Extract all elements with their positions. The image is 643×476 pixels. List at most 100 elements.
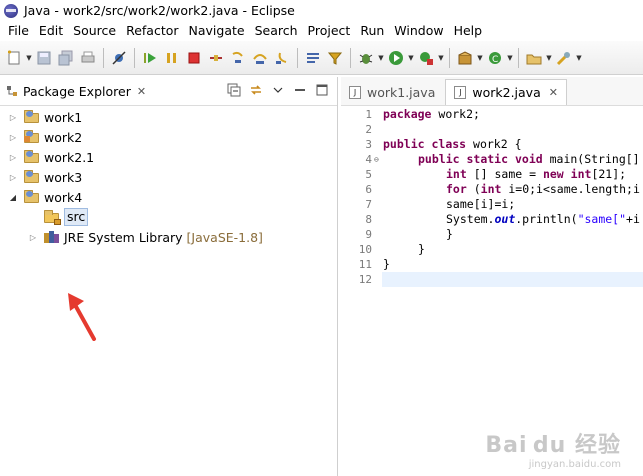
annotation-arrow-icon — [68, 293, 96, 341]
code-line: int [] same = new int[21]; — [446, 167, 627, 181]
toolbar-separator — [449, 47, 450, 68]
tab-work2-java[interactable]: J work2.java ✕ — [445, 79, 567, 105]
line-number: 12 — [358, 273, 372, 286]
project-tree: ▷ work1 ▷ work2 ▷ work2.1 ▷ work3 ◢ work… — [0, 107, 337, 247]
menu-edit[interactable]: Edit — [34, 21, 68, 41]
package-explorer-icon — [7, 86, 17, 96]
java-project-icon — [24, 170, 40, 184]
toolbar-separator — [103, 47, 104, 68]
tree-item-label: src — [64, 208, 89, 226]
save-all-icon[interactable] — [55, 47, 77, 69]
tree-item-jre-library[interactable]: ▷ JRE System Library [JavaSE-1.8] — [0, 227, 337, 247]
toolbar-separator — [134, 47, 135, 68]
menu-source[interactable]: Source — [68, 21, 121, 41]
expand-arrow-icon[interactable]: ▷ — [8, 173, 18, 182]
current-line-highlight — [382, 272, 643, 287]
debug-dropdown-icon[interactable]: ▼ — [377, 54, 385, 62]
menu-navigate[interactable]: Navigate — [184, 21, 250, 41]
tree-item-work4[interactable]: ◢ work4 — [0, 187, 337, 207]
expand-arrow-icon[interactable]: ▷ — [8, 113, 18, 122]
fold-toggle-icon[interactable]: ⊖ — [374, 155, 379, 164]
tree-item-work1[interactable]: ▷ work1 — [0, 107, 337, 127]
view-menu-icon[interactable] — [271, 83, 285, 97]
suspend-icon[interactable] — [161, 47, 183, 69]
tree-item-work3[interactable]: ▷ work3 — [0, 167, 337, 187]
external-tools-dropdown-icon[interactable]: ▼ — [437, 54, 445, 62]
open-type-dropdown-icon[interactable]: ▼ — [545, 54, 553, 62]
use-step-filters-icon[interactable] — [324, 47, 346, 69]
tree-item-label: work3 — [44, 169, 83, 185]
tree-item-label: work2.1 — [44, 149, 95, 165]
watermark-url: jingyan.baidu.com — [528, 459, 621, 470]
menu-refactor[interactable]: Refactor — [121, 21, 183, 41]
menu-project[interactable]: Project — [303, 21, 356, 41]
editor-area: J work1.java J work2.java ✕ 1 2 3 4 5 6 … — [341, 77, 643, 476]
open-type-icon[interactable] — [523, 47, 545, 69]
step-return-icon[interactable] — [271, 47, 293, 69]
title-bar: Java - work2/src/work2/work2.java - Ecli… — [0, 0, 643, 21]
new-java-package-icon[interactable] — [454, 47, 476, 69]
external-tools-icon[interactable] — [415, 47, 437, 69]
close-icon[interactable]: ✕ — [137, 85, 146, 98]
java-project-warning-icon — [24, 130, 40, 144]
new-java-class-icon[interactable]: C — [484, 47, 506, 69]
line-number: 4 — [365, 153, 372, 166]
menu-file[interactable]: File — [3, 21, 34, 41]
svg-text:C: C — [492, 55, 498, 65]
save-icon[interactable] — [33, 47, 55, 69]
new-dropdown-icon[interactable]: ▼ — [25, 54, 33, 62]
print-icon[interactable] — [77, 47, 99, 69]
maximize-icon[interactable] — [315, 83, 329, 97]
close-icon[interactable]: ✕ — [549, 86, 558, 99]
collapse-arrow-icon[interactable]: ◢ — [8, 193, 18, 202]
step-over-icon[interactable] — [249, 47, 271, 69]
menu-bar: File Edit Source Refactor Navigate Searc… — [0, 21, 643, 41]
menu-search[interactable]: Search — [250, 21, 303, 41]
new-java-class-dropdown-icon[interactable]: ▼ — [506, 54, 514, 62]
line-number: 1 — [365, 108, 372, 121]
search-tool-dropdown-icon[interactable]: ▼ — [575, 54, 583, 62]
skip-breakpoints-icon[interactable] — [108, 47, 130, 69]
minimize-icon[interactable] — [293, 83, 307, 97]
search-tool-icon[interactable] — [553, 47, 575, 69]
link-with-editor-icon[interactable] — [249, 83, 263, 97]
java-file-icon: J — [454, 86, 467, 99]
new-icon[interactable] — [3, 47, 25, 69]
tree-item-label: work1 — [44, 109, 83, 125]
tree-item-work2[interactable]: ▷ work2 — [0, 127, 337, 147]
expand-arrow-icon[interactable]: ▷ — [28, 233, 38, 242]
disconnect-icon[interactable] — [205, 47, 227, 69]
expand-arrow-icon[interactable]: ▷ — [8, 133, 18, 142]
tab-work1-java[interactable]: J work1.java — [341, 79, 443, 105]
toggle-view-icon[interactable] — [302, 47, 324, 69]
collapse-all-icon[interactable] — [227, 83, 241, 97]
line-number: 11 — [358, 258, 372, 271]
library-icon — [44, 231, 60, 243]
new-java-package-dropdown-icon[interactable]: ▼ — [476, 54, 484, 62]
baidu-watermark: Bai du 经验 jingyan.baidu.com — [485, 427, 621, 470]
step-into-icon[interactable] — [227, 47, 249, 69]
tree-item-src[interactable]: src — [0, 207, 337, 227]
toolbar-separator — [350, 47, 351, 68]
code-line: public class work2 { — [383, 137, 522, 151]
menu-help[interactable]: Help — [449, 21, 488, 41]
eclipse-logo-icon — [4, 3, 18, 18]
tree-item-work2-1[interactable]: ▷ work2.1 — [0, 147, 337, 167]
menu-run[interactable]: Run — [355, 21, 389, 41]
package-explorer-title: Package Explorer — [23, 83, 131, 99]
resume-icon[interactable] — [139, 47, 161, 69]
code-line: same[i]=i; — [446, 197, 516, 211]
window-title: Java - work2/src/work2/work2.java - Ecli… — [24, 3, 295, 18]
code-line: package work2; — [383, 107, 480, 121]
code-editor[interactable]: 1 2 3 4 5 6 7 8 9 10 11 12 ⊖ package wor… — [341, 107, 643, 476]
tree-item-label: work2 — [44, 129, 83, 145]
run-icon[interactable] — [385, 47, 407, 69]
java-project-icon — [24, 150, 40, 164]
terminate-icon[interactable] — [183, 47, 205, 69]
run-dropdown-icon[interactable]: ▼ — [407, 54, 415, 62]
menu-window[interactable]: Window — [389, 21, 448, 41]
debug-icon[interactable] — [355, 47, 377, 69]
expand-arrow-icon[interactable]: ▷ — [8, 153, 18, 162]
tree-item-label: JRE System Library — [64, 229, 183, 245]
code-line: System.out.println("same["+i — [446, 212, 640, 226]
